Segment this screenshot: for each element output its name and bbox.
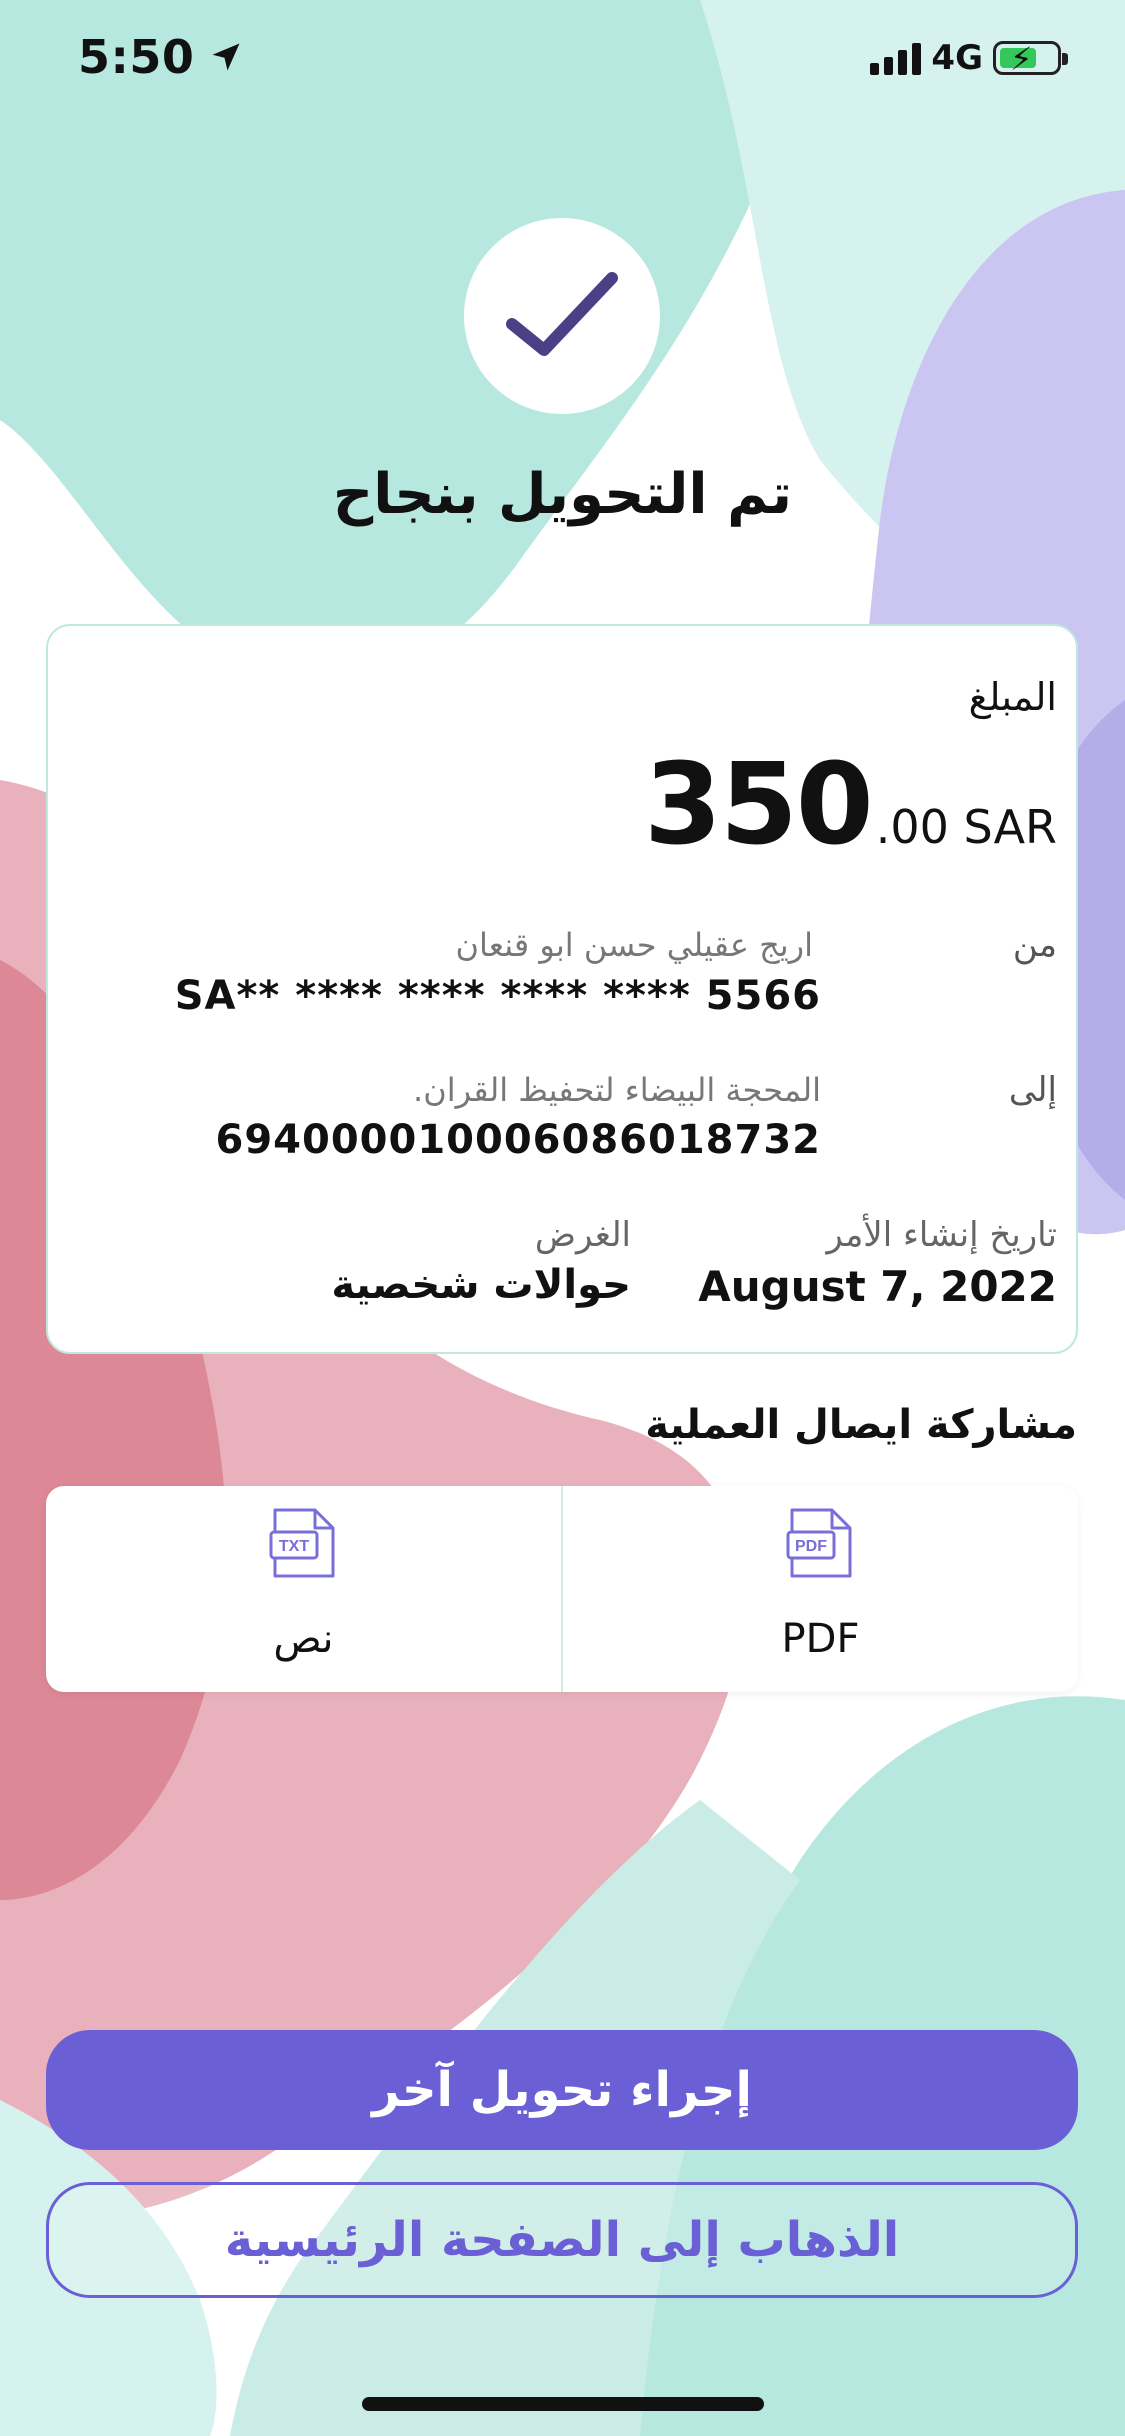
from-name: اريج عقيلي حسن ابو قنعان <box>455 926 813 964</box>
checkmark-icon <box>506 272 618 356</box>
purpose-value: حوالات شخصية <box>331 1262 631 1308</box>
pdf-file-icon: PDF <box>786 1508 851 1578</box>
go-home-button[interactable]: الذهاب إلى الصفحة الرئيسية <box>46 2182 1078 2298</box>
status-bar-indicators: 4G ⚡ <box>870 38 1068 78</box>
to-label: إلى <box>1008 1070 1057 1110</box>
date-label: تاريخ إنشاء الأمر <box>826 1215 1057 1255</box>
from-label: من <box>1012 925 1057 965</box>
success-title: تم التحويل بنجاح <box>332 462 793 527</box>
from-account: SA** **** **** **** **** 5566 <box>174 973 821 1019</box>
amount-value: 350 .00 SAR <box>644 740 1057 870</box>
amount-label: المبلغ <box>968 675 1057 719</box>
amount-integer: 350 <box>643 740 874 870</box>
share-pdf-button[interactable]: PDF PDF <box>561 1486 1078 1692</box>
time-text: 5:50 <box>78 30 195 84</box>
amount-currency: .00 SAR <box>875 800 1057 854</box>
share-receipt-title: مشاركة ايصال العملية <box>645 1402 1077 1448</box>
purpose-label: الغرض <box>534 1215 631 1255</box>
to-account: 69400001000608601873​2 <box>215 1117 821 1163</box>
status-bar-time: 5:50 <box>78 30 244 84</box>
share-options: TXT نص PDF PDF <box>46 1486 1078 1692</box>
success-check-badge <box>464 218 660 414</box>
to-name: المحجة البيضاء لتحفيظ القران. <box>413 1071 821 1109</box>
txt-file-icon: TXT <box>269 1508 334 1578</box>
cellular-signal-icon <box>870 41 922 75</box>
share-txt-label: نص <box>273 1616 334 1662</box>
svg-text:PDF: PDF <box>795 1538 827 1555</box>
home-indicator <box>362 2397 764 2411</box>
share-txt-button[interactable]: TXT نص <box>46 1486 561 1692</box>
svg-text:TXT: TXT <box>278 1538 308 1555</box>
location-arrow-icon <box>212 43 240 71</box>
battery-charging-icon: ⚡ <box>993 40 1068 78</box>
new-transfer-button[interactable]: إجراء تحويل آخر <box>46 2030 1078 2150</box>
network-type: 4G <box>931 38 983 78</box>
date-value: August 7, 2022 <box>698 1262 1057 1311</box>
share-pdf-label: PDF <box>781 1616 860 1662</box>
